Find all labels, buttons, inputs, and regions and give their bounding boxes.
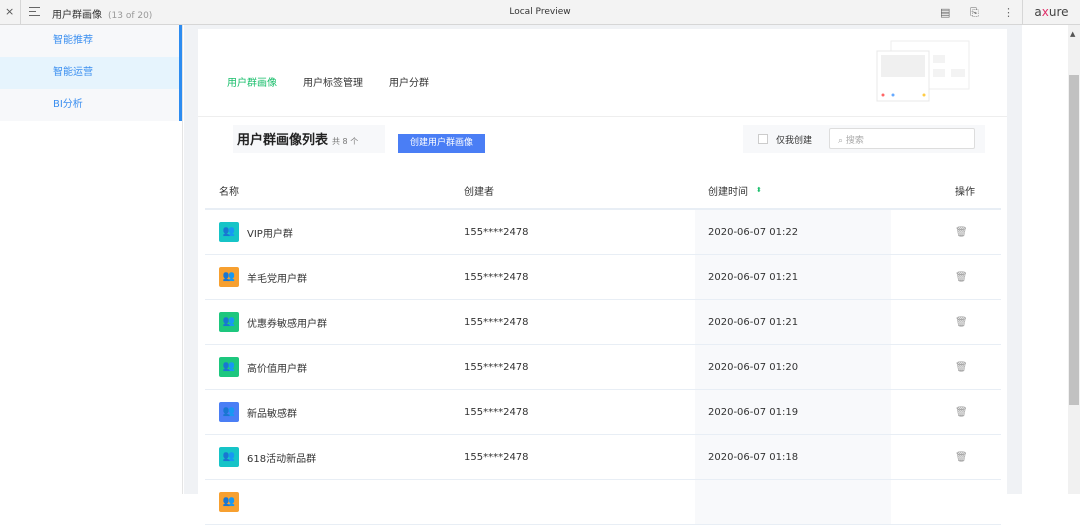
tab-segment[interactable]: 用户分群 (389, 74, 429, 89)
search-input[interactable]: ⌕ 搜索 (829, 128, 975, 149)
page-count: (13 of 20) (108, 11, 153, 21)
delete-icon[interactable]: 🗑 (955, 317, 968, 328)
time-cell: 2020-06-07 01:21 (708, 271, 799, 283)
main-area: 用户群画像 用户标签管理 用户分群 用户群画像列表共 8 个 创建用户群画像 仅… (184, 25, 1022, 525)
page-title: 用户群画像 (13 of 20) (52, 6, 152, 21)
name-cell[interactable]: 👥 新品敏感群 (219, 390, 297, 434)
group-name[interactable]: 优惠券敏感用户群 (247, 315, 327, 330)
user-group-icon: 👥 (219, 447, 239, 467)
divider (198, 116, 1007, 117)
delete-icon[interactable]: 🗑 (955, 227, 968, 238)
time-cell: 2020-06-07 01:20 (708, 361, 799, 373)
tabs: 用户群画像 用户标签管理 用户分群 (227, 74, 429, 89)
creator-cell: 155****2478 (464, 361, 529, 373)
group-name[interactable]: 羊毛党用户群 (247, 270, 307, 285)
name-cell[interactable]: 👥 优惠券敏感用户群 (219, 300, 327, 344)
creator-cell: 155****2478 (464, 406, 529, 418)
table-row[interactable]: 👥 高价值用户群 155****2478 2020-06-07 01:20 🗑 (205, 345, 1001, 390)
creator-cell: 155****2478 (464, 451, 529, 463)
top-bar: × 用户群画像 (13 of 20) Local Preview ▤ ⎘ ⋮ ax… (0, 0, 1080, 25)
scrollbar-thumb[interactable] (1069, 75, 1079, 405)
notes-icon[interactable]: ▤ (940, 6, 950, 19)
table-row[interactable]: 👥 优惠券敏感用户群 155****2478 2020-06-07 01:21 🗑 (205, 300, 1001, 345)
user-group-icon: 👥 (219, 492, 239, 512)
time-column-bg (695, 480, 891, 524)
user-group-icon: 👥 (219, 267, 239, 287)
group-name[interactable]: VIP用户群 (247, 225, 293, 240)
delete-icon[interactable]: 🗑 (955, 362, 968, 373)
name-cell[interactable]: 👥 618活动新品群 (219, 435, 316, 479)
profile-table: 名称 创建者 创建时间 ⬍ 操作 👥 VIP用户群 155****2478 2020… (205, 172, 1001, 525)
header-action: 操作 (955, 186, 975, 198)
table-row[interactable]: 👥 羊毛党用户群 155****2478 2020-06-07 01:21 🗑 (205, 255, 1001, 300)
header-name: 名称 (219, 186, 239, 198)
illustration-icon (876, 40, 970, 102)
divider (20, 0, 21, 25)
time-cell: 2020-06-07 01:18 (708, 451, 799, 463)
tab-profile[interactable]: 用户群画像 (227, 74, 277, 89)
time-cell: 2020-06-07 01:22 (708, 226, 799, 238)
delete-icon[interactable]: 🗑 (955, 452, 968, 463)
delete-icon[interactable]: 🗑 (955, 407, 968, 418)
group-name[interactable]: 新品敏感群 (247, 405, 297, 420)
user-group-icon: 👥 (219, 357, 239, 377)
time-cell: 2020-06-07 01:19 (708, 406, 799, 418)
name-cell[interactable]: 👥 高价值用户群 (219, 345, 307, 389)
header-creator: 创建者 (464, 186, 494, 198)
name-cell[interactable]: 👥 (219, 480, 247, 524)
header-time[interactable]: 创建时间 ⬍ (708, 172, 762, 208)
user-group-icon: 👥 (219, 222, 239, 242)
filter-bar: 仅我创建 ⌕ 搜索 (743, 125, 985, 153)
user-group-icon: 👥 (219, 402, 239, 422)
only-mine-label: 仅我创建 (776, 136, 813, 146)
more-icon[interactable]: ⋮ (1003, 6, 1014, 19)
name-cell[interactable]: 👥 VIP用户群 (219, 210, 293, 254)
user-group-icon: 👥 (219, 312, 239, 332)
preview-title: Local Preview (509, 7, 571, 17)
close-icon[interactable]: × (5, 5, 14, 18)
group-name[interactable]: 618活动新品群 (247, 450, 316, 465)
create-profile-button[interactable]: 创建用户群画像 (398, 134, 485, 153)
sidebar-item-bi[interactable]: BI分析 (0, 89, 182, 121)
table-row[interactable]: 👥 618活动新品群 155****2478 2020-06-07 01:18 🗑 (205, 435, 1001, 480)
search-placeholder: 搜索 (845, 136, 864, 146)
creator-cell: 155****2478 (464, 271, 529, 283)
creator-cell: 155****2478 (464, 316, 529, 328)
inspect-icon[interactable]: ⎘ (970, 6, 979, 20)
sort-icon[interactable]: ⬍ (756, 186, 762, 194)
group-name[interactable]: 高价值用户群 (247, 360, 307, 375)
sidebar-item-operations[interactable]: 智能运营 (0, 57, 182, 89)
creator-cell: 155****2478 (464, 226, 529, 238)
table-header: 名称 创建者 创建时间 ⬍ 操作 (205, 172, 1001, 210)
list-header: 用户群画像列表共 8 个 (233, 125, 385, 153)
list-title: 用户群画像列表 (237, 133, 329, 148)
tab-tags[interactable]: 用户标签管理 (303, 74, 363, 89)
content-card: 用户群画像 用户标签管理 用户分群 用户群画像列表共 8 个 创建用户群画像 仅… (198, 29, 1007, 525)
search-icon: ⌕ (838, 136, 846, 146)
list-count: 共 8 个 (332, 137, 359, 146)
delete-icon[interactable]: 🗑 (955, 272, 968, 283)
only-mine-checkbox[interactable] (758, 134, 768, 144)
scrollbar[interactable]: ▲ (1068, 25, 1080, 494)
table-row[interactable]: 👥 新品敏感群 155****2478 2020-06-07 01:19 🗑 (205, 390, 1001, 435)
table-row[interactable]: 👥 (205, 480, 1001, 525)
sidebar-item-recommend[interactable]: 智能推荐 (0, 25, 182, 57)
scroll-up-icon[interactable]: ▲ (1070, 30, 1075, 38)
name-cell[interactable]: 👥 羊毛党用户群 (219, 255, 307, 299)
axure-logo: axure (1022, 0, 1080, 25)
sidebar: 智能推荐 智能运营 BI分析 (0, 25, 183, 494)
table-row[interactable]: 👥 VIP用户群 155****2478 2020-06-07 01:22 🗑 (205, 210, 1001, 255)
time-cell: 2020-06-07 01:21 (708, 316, 799, 328)
page-title-text: 用户群画像 (52, 10, 102, 21)
menu-icon[interactable] (29, 7, 40, 19)
